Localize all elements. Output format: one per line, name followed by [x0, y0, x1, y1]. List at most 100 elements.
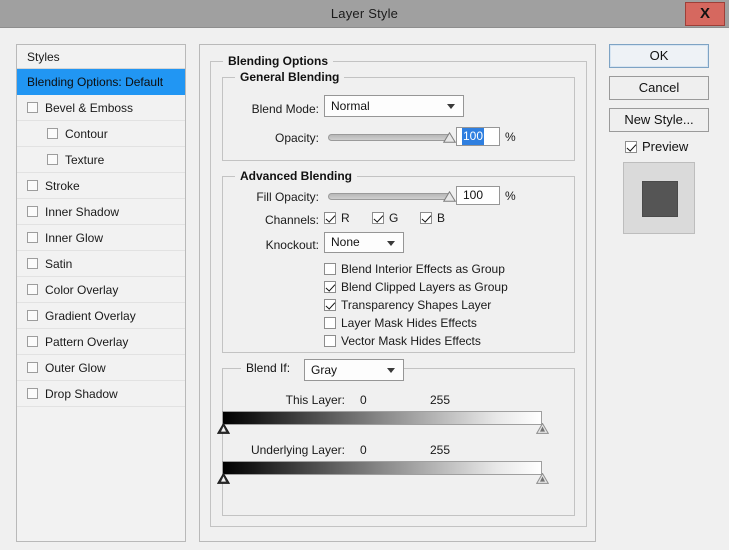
channel-label: B	[437, 211, 446, 225]
knockout-dropdown[interactable]: None	[324, 232, 404, 253]
channel-checkbox-r[interactable]: R	[324, 211, 350, 225]
sidebar-item-label: Pattern Overlay	[45, 335, 129, 349]
channel-label: R	[341, 211, 350, 225]
sidebar-item-satin[interactable]: Satin	[17, 251, 185, 277]
checkbox-icon[interactable]	[27, 258, 38, 269]
blending-options-panel: Blending Options General Blending Blend …	[199, 44, 596, 542]
checkbox-icon	[420, 212, 432, 224]
styles-panel-header: Styles	[17, 45, 185, 69]
checkbox-icon[interactable]	[27, 284, 38, 295]
sidebar-item-contour[interactable]: Contour	[17, 121, 185, 147]
sidebar-item-outer-glow[interactable]: Outer Glow	[17, 355, 185, 381]
underlying-layer-white-slider[interactable]	[536, 473, 549, 484]
ok-button[interactable]: OK	[609, 44, 709, 68]
preview-checkbox[interactable]: Preview	[625, 140, 688, 154]
knockout-value: None	[331, 235, 360, 249]
fill-opacity-slider-handle[interactable]	[443, 191, 456, 202]
sidebar-item-inner-glow[interactable]: Inner Glow	[17, 225, 185, 251]
opacity-value: 100	[462, 128, 485, 145]
checkbox-icon[interactable]	[27, 206, 38, 217]
underlying-layer-max: 255	[430, 443, 451, 457]
checkbox-icon	[372, 212, 384, 224]
chevron-down-icon	[387, 240, 395, 246]
checkbox-icon[interactable]	[47, 128, 58, 139]
dialog-body: Styles Blending Options: Default Bevel & …	[0, 28, 729, 550]
chevron-down-icon	[447, 104, 455, 109]
this-layer-label: This Layer:	[285, 393, 345, 407]
checkbox-icon[interactable]	[27, 232, 38, 243]
option-checkbox-transparency-shapes-layer[interactable]: Transparency Shapes Layer	[324, 298, 491, 312]
sidebar-item-color-overlay[interactable]: Color Overlay	[17, 277, 185, 303]
advanced-blending-title: Advanced Blending	[235, 169, 358, 183]
channel-checkbox-g[interactable]: G	[372, 211, 398, 225]
checkbox-icon[interactable]	[27, 310, 38, 321]
option-label: Transparency Shapes Layer	[341, 298, 492, 312]
this-layer-min: 0	[360, 393, 367, 407]
option-checkbox-vector-mask-hides-effects[interactable]: Vector Mask Hides Effects	[324, 334, 481, 348]
styles-panel: Styles Blending Options: Default Bevel & …	[16, 44, 186, 542]
layer-style-dialog: Layer Style X Styles Blending Options: D…	[0, 0, 729, 550]
option-label: Vector Mask Hides Effects	[341, 334, 481, 348]
underlying-layer-min: 0	[360, 443, 367, 457]
general-blending-group: General Blending	[222, 70, 575, 161]
sidebar-item-label: Texture	[65, 153, 105, 167]
new-style-button[interactable]: New Style...	[609, 108, 709, 132]
this-layer-max: 255	[430, 393, 451, 407]
channel-label: G	[389, 211, 399, 225]
option-checkbox-layer-mask-hides-effects[interactable]: Layer Mask Hides Effects	[324, 316, 477, 330]
channel-checkbox-b[interactable]: B	[420, 211, 445, 225]
fill-opacity-unit: %	[505, 189, 516, 203]
checkbox-icon[interactable]	[27, 180, 38, 191]
checkbox-icon[interactable]	[27, 336, 38, 347]
checkbox-icon[interactable]	[27, 388, 38, 399]
option-checkbox-blend-interior-effects-as-group[interactable]: Blend Interior Effects as Group	[324, 262, 505, 276]
checkbox-icon	[324, 335, 336, 347]
preview-swatch	[623, 162, 695, 234]
sidebar-item-label: Blending Options: Default	[27, 75, 164, 89]
this-layer-black-slider[interactable]	[217, 423, 230, 434]
sidebar-item-gradient-overlay[interactable]: Gradient Overlay	[17, 303, 185, 329]
checkbox-icon	[324, 317, 336, 329]
sidebar-item-texture[interactable]: Texture	[17, 147, 185, 173]
opacity-unit: %	[505, 130, 516, 144]
fill-opacity-slider-track[interactable]	[328, 193, 451, 200]
checkbox-icon[interactable]	[47, 154, 58, 165]
checkbox-icon[interactable]	[27, 362, 38, 373]
checkbox-icon[interactable]	[27, 102, 38, 113]
sidebar-item-inner-shadow[interactable]: Inner Shadow	[17, 199, 185, 225]
this-layer-white-slider[interactable]	[536, 423, 549, 434]
opacity-slider-handle[interactable]	[443, 132, 456, 143]
option-checkbox-blend-clipped-layers-as-group[interactable]: Blend Clipped Layers as Group	[324, 280, 508, 294]
general-blending-title: General Blending	[235, 70, 345, 84]
window-title: Layer Style	[330, 6, 399, 21]
knockout-label: Knockout:	[265, 238, 319, 252]
sidebar-item-label: Drop Shadow	[45, 387, 118, 401]
opacity-input[interactable]: 100	[456, 127, 500, 146]
sidebar-item-stroke[interactable]: Stroke	[17, 173, 185, 199]
sidebar-item-pattern-overlay[interactable]: Pattern Overlay	[17, 329, 185, 355]
sidebar-item-bevel-emboss[interactable]: Bevel & Emboss	[17, 95, 185, 121]
underlying-layer-gradient-bar[interactable]	[222, 461, 542, 475]
sidebar-item-blending-options-default[interactable]: Blending Options: Default	[17, 69, 185, 95]
close-icon[interactable]: X	[685, 2, 725, 26]
underlying-layer-label: Underlying Layer:	[250, 443, 345, 457]
sidebar-item-label: Inner Glow	[45, 231, 104, 245]
blend-mode-label: Blend Mode:	[251, 102, 319, 116]
this-layer-gradient-bar[interactable]	[222, 411, 542, 425]
sidebar-item-label: Outer Glow	[45, 361, 106, 375]
sidebar-item-label: Color Overlay	[45, 283, 119, 297]
option-label: Layer Mask Hides Effects	[341, 316, 477, 330]
underlying-layer-black-slider[interactable]	[217, 473, 230, 484]
checkbox-icon	[324, 299, 336, 311]
sidebar-item-label: Satin	[45, 257, 73, 271]
blending-options-title: Blending Options	[223, 54, 333, 68]
sidebar-item-drop-shadow[interactable]: Drop Shadow	[17, 381, 185, 407]
fill-opacity-value: 100	[463, 188, 484, 202]
checkbox-icon	[324, 212, 336, 224]
fill-opacity-input[interactable]: 100	[456, 186, 500, 205]
blend-mode-value: Normal	[331, 99, 370, 113]
blend-mode-dropdown[interactable]: Normal	[324, 95, 464, 117]
cancel-button[interactable]: Cancel	[609, 76, 709, 100]
opacity-slider-track[interactable]	[328, 134, 451, 141]
blend-if-dropdown[interactable]: Gray	[304, 359, 404, 381]
